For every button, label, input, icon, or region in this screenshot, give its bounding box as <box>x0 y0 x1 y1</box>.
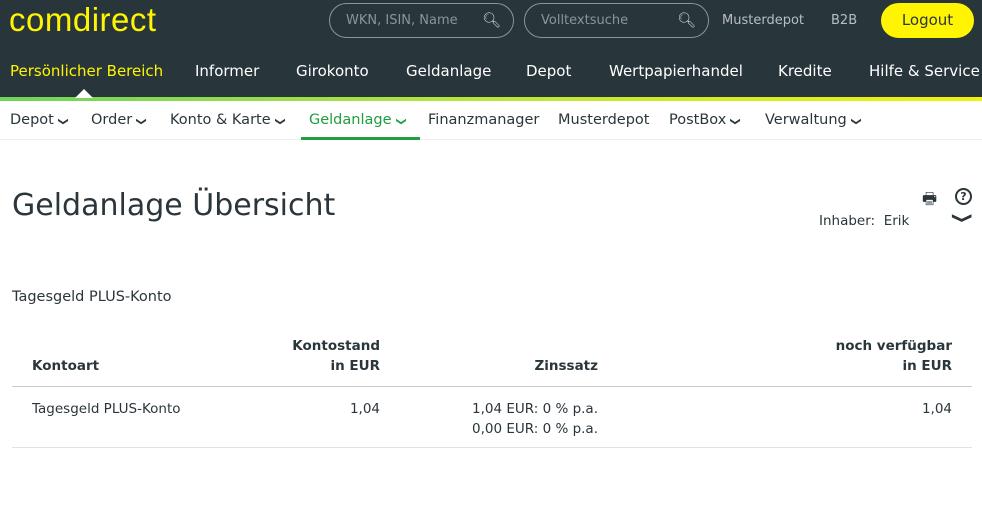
owner-name: Erik <box>883 213 910 229</box>
zins-line: 1,04 EUR: 0 % p.a. <box>472 401 598 417</box>
subnav-order[interactable]: Order ❯ <box>91 112 147 128</box>
chevron-down-icon: ❯ <box>729 117 741 126</box>
subnav-konto-karte[interactable]: Konto & Karte ❯ <box>170 112 286 128</box>
wkn-search-input[interactable]: WKN, ISIN, Name 🔍︎ <box>329 3 514 38</box>
section-title: Tagesgeld PLUS-Konto <box>12 289 172 305</box>
cell-kontoart: Tagesgeld PLUS-Konto <box>12 386 242 448</box>
zins-line: 0,00 EUR: 0 % p.a. <box>472 421 598 437</box>
owner-label: Inhaber: <box>819 213 876 229</box>
nav-depot[interactable]: Depot <box>526 62 571 80</box>
nav-girokonto[interactable]: Girokonto <box>296 62 369 80</box>
cell-kontostand: 1,04 <box>242 386 400 448</box>
logout-button[interactable]: Logout <box>881 3 974 38</box>
owner-info: Inhaber: Erik <box>819 213 909 229</box>
chevron-down-icon: ❯ <box>57 117 69 126</box>
cell-zinssatz: 1,04 EUR: 0 % p.a. 0,00 EUR: 0 % p.a. <box>400 386 618 448</box>
active-indicator <box>75 89 93 98</box>
label: Verwaltung <box>765 112 847 128</box>
label: Geldanlage <box>309 112 392 128</box>
chevron-down-icon: ❯ <box>850 117 862 126</box>
subnav-verwaltung[interactable]: Verwaltung ❯ <box>765 112 862 128</box>
help-icon[interactable]: ? <box>955 188 972 205</box>
musterdepot-link[interactable]: Musterdepot <box>722 13 804 28</box>
nav-persoenlicher-bereich[interactable]: Persönlicher Bereich <box>10 62 163 80</box>
nav-informer[interactable]: Informer <box>195 62 259 80</box>
subnav-musterdepot[interactable]: Musterdepot <box>558 112 649 128</box>
search-placeholder: Volltextsuche <box>541 13 629 28</box>
search-placeholder: WKN, ISIN, Name <box>346 13 458 28</box>
nav-kredite[interactable]: Kredite <box>778 62 832 80</box>
table-row: Tagesgeld PLUS-Konto 1,04 1,04 EUR: 0 % … <box>12 386 972 448</box>
nav-geldanlage[interactable]: Geldanlage <box>406 62 491 80</box>
fulltext-search-input[interactable]: Volltextsuche 🔍︎ <box>524 3 709 38</box>
subnav-depot[interactable]: Depot ❯ <box>10 112 69 128</box>
col-kontoart: Kontoart <box>12 336 242 387</box>
top-header: comdirect WKN, ISIN, Name 🔍︎ Volltextsuch… <box>0 0 982 98</box>
page-title: Geldanlage Übersicht <box>12 188 336 223</box>
cell-verfuegbar: 1,04 <box>618 386 972 448</box>
search-icon[interactable]: 🔍︎ <box>677 11 696 29</box>
nav-wertpapierhandel[interactable]: Wertpapierhandel <box>609 62 743 80</box>
chevron-down-icon: ❯ <box>395 117 407 126</box>
print-icon[interactable]: 🖶︎ <box>922 188 937 215</box>
col-zinssatz: Zinssatz <box>400 336 618 387</box>
b2b-link[interactable]: B2B <box>831 13 857 28</box>
comdirect-logo[interactable]: comdirect <box>9 1 157 39</box>
chevron-down-icon: ❯ <box>135 117 147 126</box>
label: Order <box>91 112 133 128</box>
subnav-geldanlage[interactable]: Geldanlage ❯ <box>309 112 407 128</box>
owner-dropdown-chevron-icon[interactable]: ❯ <box>951 212 973 224</box>
subnav-postbox[interactable]: PostBox ❯ <box>669 112 741 128</box>
label: Depot <box>10 112 54 128</box>
col-verfuegbar: noch verfügbar in EUR <box>618 336 972 387</box>
sub-nav: Depot ❯ Order ❯ Konto & Karte ❯ Geldanlage ❯… <box>0 101 982 140</box>
subnav-finanzmanager[interactable]: Finanzmanager <box>428 112 539 128</box>
col-kontostand: Kontostand in EUR <box>242 336 400 387</box>
accounts-table: Kontoart Kontostand in EUR Zinssatz noch… <box>12 336 972 448</box>
label: Konto & Karte <box>170 112 271 128</box>
nav-hilfe-service[interactable]: Hilfe & Service <box>869 62 980 80</box>
search-icon[interactable]: 🔍︎ <box>482 11 501 29</box>
active-underline <box>301 137 420 140</box>
chevron-down-icon: ❯ <box>274 117 286 126</box>
label: PostBox <box>669 112 727 128</box>
